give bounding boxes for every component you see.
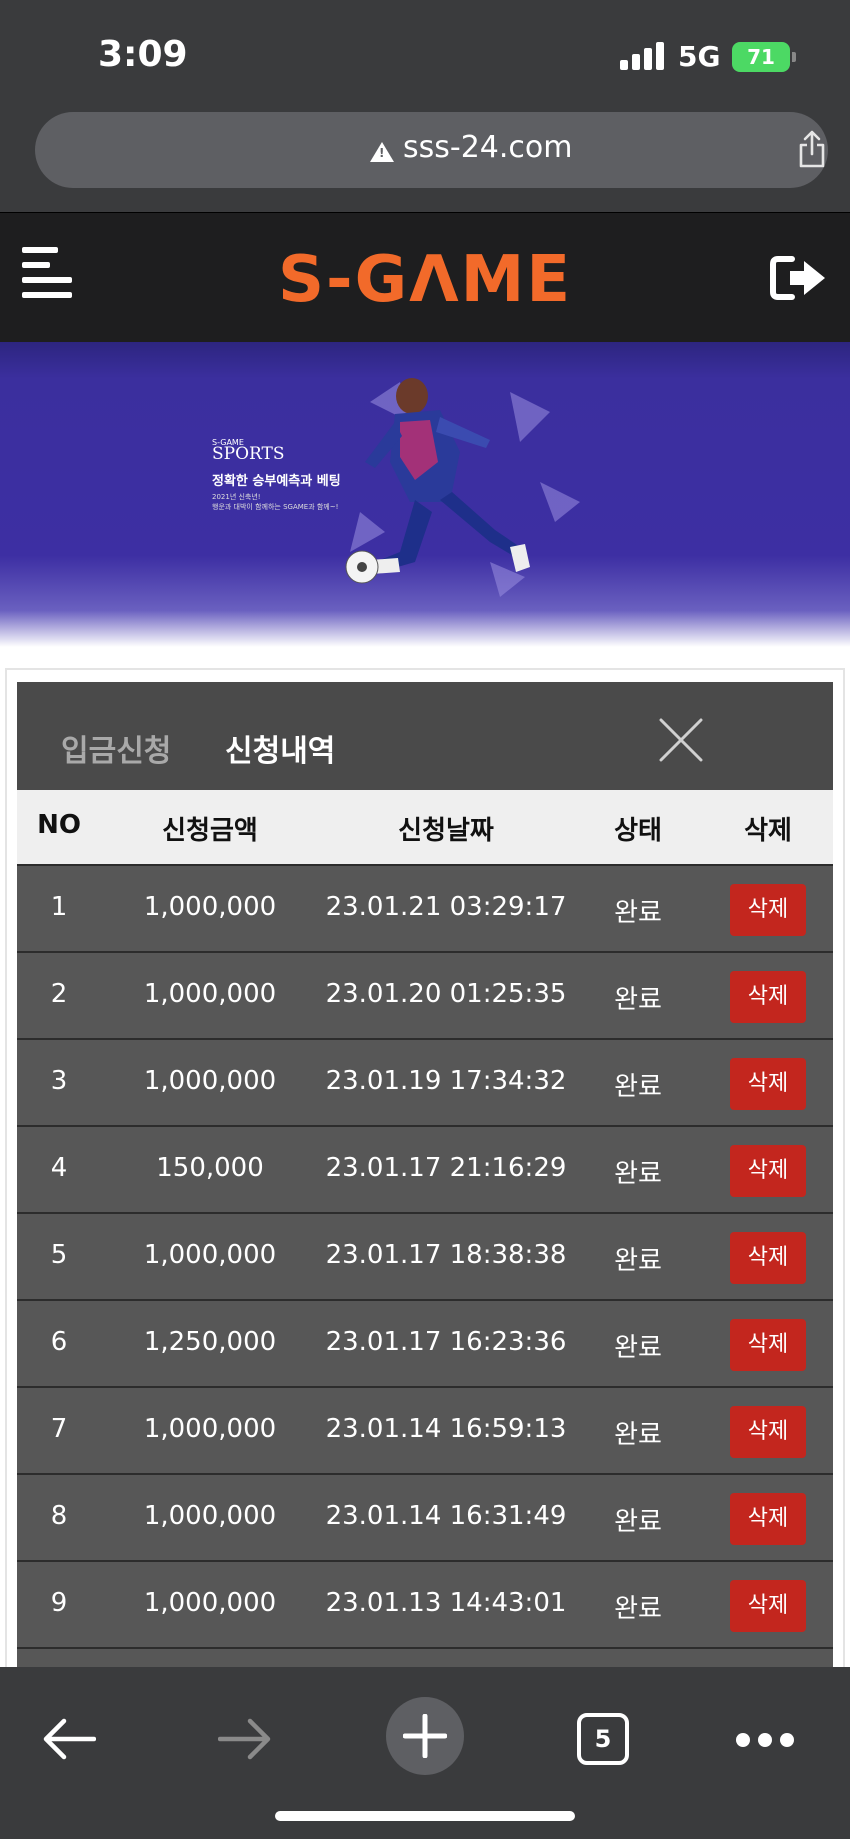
tabs-icon[interactable]: 5	[577, 1713, 629, 1765]
cell-status: 완료	[614, 1159, 662, 1189]
table-row: 3 1,000,000 23.01.19 17:34:32 완료 삭제	[17, 1038, 833, 1125]
delete-button[interactable]: 삭제	[730, 1406, 806, 1458]
delete-button[interactable]: 삭제	[730, 1580, 806, 1632]
banner-category: SPORTS	[212, 444, 285, 464]
cell-date: 23.01.17 16:23:36	[325, 1327, 567, 1357]
delete-button[interactable]: 삭제	[730, 1232, 806, 1284]
delete-button[interactable]: 삭제	[730, 1058, 806, 1110]
table-row: 2 1,000,000 23.01.20 01:25:35 완료 삭제	[17, 951, 833, 1038]
cell-status: 완료	[614, 1507, 662, 1537]
cell-no: 5	[50, 1240, 68, 1270]
cell-date: 23.01.14 16:59:13	[325, 1414, 567, 1444]
cell-no: 8	[50, 1501, 68, 1531]
tab-deposit-request[interactable]: 입금신청	[61, 726, 171, 770]
home-indicator	[275, 1811, 575, 1821]
cell-status: 완료	[614, 898, 662, 928]
status-bar: 3:09 5G 71	[0, 0, 850, 112]
table-header: NO 신청금액 신청날짜 상태 삭제	[17, 790, 833, 864]
cell-date: 23.01.21 03:29:17	[325, 892, 567, 922]
cell-date: 23.01.20 01:25:35	[325, 979, 567, 1009]
delete-button[interactable]: 삭제	[730, 1145, 806, 1197]
delete-button[interactable]: 삭제	[730, 1319, 806, 1371]
battery-cap	[792, 52, 796, 62]
cell-amount: 1,000,000	[143, 1240, 277, 1270]
table-row: 4 150,000 23.01.17 21:16:29 완료 삭제	[17, 1125, 833, 1212]
share-icon[interactable]	[797, 130, 827, 168]
delete-button[interactable]: 삭제	[730, 971, 806, 1023]
table-row: 8 1,000,000 23.01.14 16:31:49 완료 삭제	[17, 1473, 833, 1560]
cell-date: 23.01.14 16:31:49	[325, 1501, 567, 1531]
cell-amount: 1,250,000	[143, 1327, 277, 1357]
cell-amount: 1,000,000	[143, 979, 277, 1009]
cellular-signal-icon	[620, 42, 664, 70]
column-header-no: NO	[37, 810, 81, 840]
cell-amount: 1,000,000	[143, 1501, 277, 1531]
back-arrow-icon[interactable]	[42, 1717, 96, 1761]
cell-date: 23.01.13 14:43:01	[325, 1588, 567, 1618]
modal-header: 입금신청 신청내역	[17, 682, 833, 790]
cell-no: 3	[50, 1066, 68, 1096]
cell-amount: 1,000,000	[143, 892, 277, 922]
cell-date: 23.01.19 17:34:32	[325, 1066, 567, 1096]
site-header: S-GΛME	[0, 212, 850, 342]
banner-subtext-2: 행운과 대박이 함께하는 SGAME과 함께~!	[212, 503, 339, 511]
url-text[interactable]: sss-24.com	[403, 130, 573, 165]
cell-no: 4	[50, 1153, 68, 1183]
column-header-status: 상태	[614, 816, 662, 846]
network-type: 5G	[678, 40, 721, 73]
cell-no: 1	[50, 892, 68, 922]
hamburger-icon[interactable]	[22, 247, 72, 299]
table-row: 9 1,000,000 23.01.13 14:43:01 완료 삭제	[17, 1560, 833, 1647]
table-row: 1 1,000,000 23.01.21 03:29:17 완료 삭제	[17, 864, 833, 951]
delete-button[interactable]: 삭제	[730, 1493, 806, 1545]
table-row: 5 1,000,000 23.01.17 18:38:38 완료 삭제	[17, 1212, 833, 1299]
delete-button[interactable]: 삭제	[730, 884, 806, 936]
table-row: 7 1,000,000 23.01.14 16:59:13 완료 삭제	[17, 1386, 833, 1473]
cell-status: 완료	[614, 1333, 662, 1363]
column-header-amount: 신청금액	[162, 816, 258, 846]
cell-amount: 1,000,000	[143, 1588, 277, 1618]
close-icon[interactable]	[659, 718, 703, 762]
plus-icon	[403, 1714, 447, 1758]
cell-no: 2	[50, 979, 68, 1009]
banner-headline: 정확한 승부예측과 베팅	[212, 474, 341, 489]
address-bar[interactable]: sss-24.com	[35, 112, 828, 188]
cell-date: 23.01.17 18:38:38	[325, 1240, 567, 1270]
browser-toolbar: 5	[0, 1667, 850, 1839]
status-time: 3:09	[98, 34, 188, 75]
more-icon[interactable]	[736, 1733, 796, 1749]
warning-icon	[370, 142, 394, 162]
column-header-date: 신청날짜	[398, 816, 494, 846]
column-header-delete: 삭제	[744, 816, 792, 846]
site-logo[interactable]: S-GΛME	[270, 243, 580, 317]
cell-status: 완료	[614, 1246, 662, 1276]
cell-status: 완료	[614, 1072, 662, 1102]
cell-no: 6	[50, 1327, 68, 1357]
cell-status: 완료	[614, 1420, 662, 1450]
forward-arrow-icon[interactable]	[218, 1717, 272, 1761]
cell-no: 7	[50, 1414, 68, 1444]
cell-no: 9	[50, 1588, 68, 1618]
battery-icon: 71	[732, 42, 790, 72]
new-tab-button[interactable]	[386, 1697, 464, 1775]
logout-icon[interactable]	[770, 255, 828, 301]
deposit-modal: 입금신청 신청내역 NO 신청금액 신청날짜 상태 삭제 1 1,000,000 2…	[17, 682, 833, 1839]
tab-request-history[interactable]: 신청내역	[225, 726, 335, 770]
cell-date: 23.01.17 21:16:29	[325, 1153, 567, 1183]
cell-amount: 1,000,000	[143, 1414, 277, 1444]
promo-banner[interactable]: S-GAME SPORTS 정확한 승부예측과 베팅 2021년 신축년! 행운…	[0, 342, 850, 647]
cell-amount: 150,000	[156, 1153, 264, 1183]
cell-status: 완료	[614, 1594, 662, 1624]
cell-amount: 1,000,000	[143, 1066, 277, 1096]
cell-status: 완료	[614, 985, 662, 1015]
banner-subtext: 2021년 신축년!	[212, 493, 261, 501]
table-row: 6 1,250,000 23.01.17 16:23:36 완료 삭제	[17, 1299, 833, 1386]
soccer-player-illustration	[345, 378, 580, 597]
